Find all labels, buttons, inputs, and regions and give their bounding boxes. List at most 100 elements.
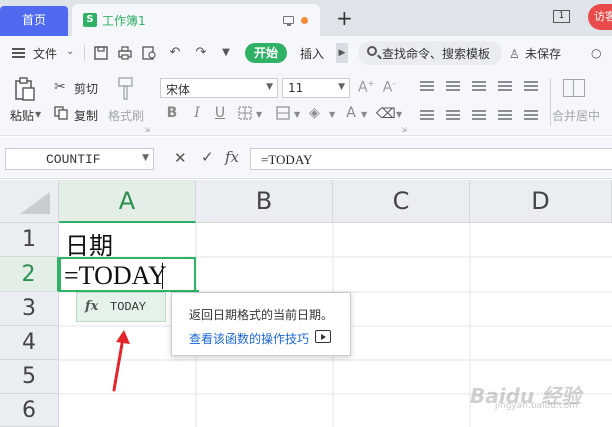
increase-font-icon[interactable]: A+	[358, 79, 374, 96]
monitor-icon[interactable]	[283, 16, 294, 26]
scissors-icon: ✂	[54, 79, 66, 95]
paste-button[interactable]: 粘贴	[10, 107, 34, 124]
column-header-d[interactable]: D	[470, 180, 612, 223]
font-launcher-icon[interactable]: ⇲	[401, 126, 407, 134]
formula-bar: COUNTIF ▼ ✕ ✓ fx =TODAY	[0, 137, 612, 179]
row-header-4[interactable]: 4	[0, 326, 59, 360]
tab-workbook[interactable]: S 工作簿1	[72, 4, 320, 36]
search-icon	[367, 46, 377, 56]
chevron-down-icon[interactable]: ▼	[396, 110, 402, 119]
align-middle-icon[interactable]	[446, 81, 460, 91]
confirm-icon[interactable]: ✓	[201, 148, 214, 166]
column-header-b[interactable]: B	[196, 180, 333, 223]
save-status[interactable]: 未保存	[525, 45, 561, 62]
font-size-value: 11	[288, 81, 304, 95]
copy-icon	[54, 106, 68, 120]
indent-icon[interactable]	[524, 81, 538, 91]
menu-row: 文件 ⌄ ↶ ↷ ▼ 开始 插入 ▶ 查找命令、搜索模板 ♙ 未保存 ○	[0, 36, 612, 70]
row-header-5[interactable]: 5	[0, 360, 59, 394]
copy-button[interactable]: 复制	[74, 107, 98, 124]
font-name-select[interactable]: 宋体 ▼	[160, 78, 278, 98]
row-header-6[interactable]: 6	[0, 394, 59, 427]
merge-cells-icon[interactable]	[276, 106, 290, 120]
quick-access-dropdown-icon[interactable]: ▼	[218, 45, 234, 61]
divider	[84, 45, 85, 61]
more-tabs-button[interactable]: ▶	[336, 43, 348, 63]
hamburger-icon[interactable]	[12, 48, 25, 58]
row-header-1[interactable]: 1	[0, 223, 59, 257]
align-left-icon[interactable]	[420, 110, 434, 120]
align-bottom-icon[interactable]	[472, 81, 486, 91]
formula-input-value: =TODAY	[261, 152, 313, 167]
name-box-value: COUNTIF	[46, 152, 101, 167]
chevron-down-icon[interactable]: ▼	[142, 153, 149, 163]
chevron-down-icon[interactable]: ▼	[256, 110, 262, 119]
column-header-a[interactable]: A	[59, 180, 196, 223]
video-icon[interactable]	[315, 330, 331, 343]
underline-icon[interactable]: U	[212, 105, 228, 121]
text-caret	[162, 263, 163, 289]
tab-start[interactable]: 开始	[245, 43, 287, 63]
eraser-icon[interactable]: ⌫	[376, 106, 396, 122]
window-count-icon[interactable]: 1	[553, 10, 570, 23]
distributed-icon[interactable]	[524, 110, 538, 120]
function-help-link[interactable]: 查看该函数的操作技巧	[189, 330, 309, 347]
border-icon[interactable]	[238, 106, 252, 120]
user-icon: ♙	[509, 47, 520, 61]
paste-icon[interactable]	[12, 76, 38, 102]
format-painter-button[interactable]: 格式刷	[108, 107, 144, 124]
watermark-url: jingyan.baidu.com	[495, 401, 579, 411]
column-header-c[interactable]: C	[333, 180, 470, 223]
chevron-down-icon[interactable]: ▼	[329, 110, 335, 119]
file-menu[interactable]: 文件	[33, 45, 57, 62]
redo-icon[interactable]: ↷	[193, 45, 209, 61]
chevron-down-icon[interactable]: ▼	[361, 110, 367, 119]
insert-function-icon[interactable]: fx	[225, 148, 239, 166]
font-name-value: 宋体	[166, 83, 191, 97]
bold-icon[interactable]: B	[164, 105, 180, 121]
guest-avatar[interactable]: 访客	[588, 4, 612, 30]
chevron-down-icon[interactable]: ▼	[294, 110, 300, 119]
name-box[interactable]: COUNTIF ▼	[5, 148, 154, 170]
merge-center-button[interactable]: 合并居中	[552, 107, 600, 124]
select-all-icon	[20, 192, 50, 214]
chevron-down-icon[interactable]: ⌄	[66, 46, 74, 57]
select-all-corner[interactable]	[0, 180, 59, 223]
row-header-3[interactable]: 3	[0, 292, 59, 326]
align-center-icon[interactable]	[446, 110, 460, 120]
cell-a1-value: 日期	[65, 232, 113, 260]
share-icon[interactable]: ○	[591, 46, 601, 60]
new-tab-button[interactable]: +	[336, 8, 353, 28]
cut-button[interactable]: 剪切	[74, 80, 98, 97]
format-painter-icon	[116, 76, 136, 102]
cancel-icon[interactable]: ✕	[174, 149, 187, 167]
align-right-icon[interactable]	[472, 110, 486, 120]
align-top-icon[interactable]	[420, 81, 434, 91]
function-icon: fx	[85, 299, 99, 314]
print-icon[interactable]	[117, 45, 133, 61]
save-icon[interactable]	[93, 45, 109, 61]
font-size-select[interactable]: 11 ▼	[282, 78, 350, 98]
row-header-2[interactable]: 2	[0, 257, 59, 292]
justify-icon[interactable]	[498, 110, 512, 120]
function-tooltip: 返回日期格式的当前日期。 查看该函数的操作技巧	[171, 292, 351, 356]
tab-home[interactable]: 首页	[0, 6, 68, 36]
print-preview-icon[interactable]	[141, 45, 157, 61]
cell-a2-editing[interactable]: =TODAY	[59, 257, 196, 292]
formula-input[interactable]: =TODAY	[250, 148, 612, 170]
tab-insert[interactable]: 插入	[300, 45, 324, 62]
clipboard-launcher-icon[interactable]: ⇲	[144, 126, 150, 134]
merge-center-icon[interactable]	[563, 79, 585, 97]
function-suggestion[interactable]: fx TODAY	[76, 292, 166, 322]
paste-dropdown-icon[interactable]: ▼	[35, 110, 41, 119]
chevron-down-icon: ▼	[338, 82, 345, 92]
undo-icon[interactable]: ↶	[167, 45, 183, 61]
cell-a1[interactable]: 日期	[59, 223, 196, 260]
fill-color-icon[interactable]: ◈	[309, 105, 320, 121]
text-direction-icon[interactable]	[498, 81, 512, 91]
font-color-icon[interactable]: A	[343, 105, 359, 121]
command-search[interactable]: 查找命令、搜索模板	[358, 41, 502, 65]
decrease-font-icon[interactable]: A-	[381, 79, 397, 96]
italic-icon[interactable]: I	[189, 105, 205, 121]
red-arrow-annotation	[112, 330, 130, 392]
